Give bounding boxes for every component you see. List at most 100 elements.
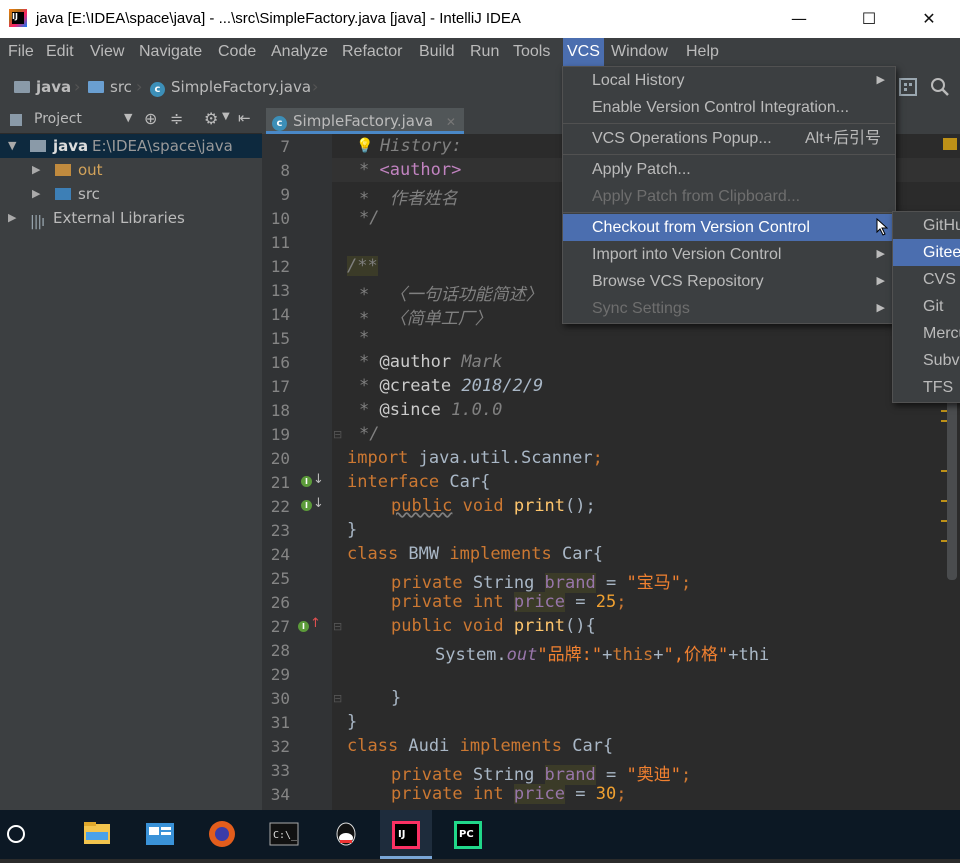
fold-icon[interactable]: ⊟ — [333, 620, 342, 633]
submenu-item-git[interactable]: Git — [893, 293, 960, 320]
close-tab-icon[interactable]: ✕ — [446, 115, 456, 129]
menu-vcs[interactable]: VCS — [563, 38, 604, 66]
menu-file[interactable]: File — [8, 38, 34, 66]
control-panel-icon[interactable] — [134, 810, 186, 859]
intellij-idea-taskbar-icon[interactable]: IJ — [380, 810, 432, 859]
project-view-dropdown-icon[interactable]: ▼ — [124, 111, 132, 124]
menu-edit[interactable]: Edit — [46, 38, 74, 66]
tree-item-src[interactable]: ▶ src — [0, 182, 262, 206]
menu-item-checkout[interactable]: Checkout from Version Control▶ — [563, 214, 895, 241]
svg-text:C:\_: C:\_ — [273, 830, 298, 841]
implemented-gutter-icon[interactable]: I — [301, 476, 312, 487]
module-folder-icon — [14, 81, 30, 93]
code-line-18: * @since 1.0.0 — [359, 400, 503, 420]
terminal-icon[interactable]: C:\_ — [258, 810, 310, 859]
implementation-arrow-icon[interactable]: ↓ — [313, 496, 324, 511]
line-number: 14 — [270, 305, 290, 324]
menu-item-apply-patch-clipboard[interactable]: Apply Patch from Clipboard... — [563, 183, 895, 210]
module-folder-icon — [30, 140, 46, 152]
collapsed-arrow-icon[interactable]: ▶ — [32, 158, 40, 182]
menu-view[interactable]: View — [90, 38, 124, 66]
menu-navigate[interactable]: Navigate — [139, 38, 202, 66]
submenu-item-cvs[interactable]: CVS — [893, 266, 960, 293]
code-line-13: * 〈一句话功能简述〉 — [359, 285, 543, 305]
menu-item-local-history[interactable]: Local History ▶ — [563, 67, 895, 94]
hide-panel-icon[interactable]: ⇤ — [238, 109, 251, 127]
settings-gear-icon[interactable]: ⚙ — [204, 109, 218, 128]
menu-separator — [563, 212, 895, 213]
code-line-10: */ — [359, 208, 380, 228]
menu-window[interactable]: Window — [611, 38, 668, 66]
code-line-15: * — [359, 328, 370, 348]
code-line-8: * <author> — [359, 160, 462, 180]
submenu-item-subversion[interactable]: Subversion — [893, 347, 960, 374]
minimize-button[interactable]: — — [776, 0, 822, 38]
code-line-22: public void print(); — [391, 496, 596, 516]
breadcrumb-separator: › — [312, 77, 319, 96]
file-explorer-icon[interactable] — [72, 810, 124, 859]
line-number: 7 — [280, 137, 290, 156]
menu-build[interactable]: Build — [419, 38, 455, 66]
menu-item-import[interactable]: Import into Version Control ▶ — [563, 241, 895, 268]
code-line-9: * 作者姓名 — [359, 189, 458, 209]
code-line-33: private String brand = "奥迪"; — [391, 765, 692, 785]
cortana-icon[interactable] — [0, 810, 52, 859]
pycharm-icon[interactable]: PC — [442, 810, 494, 859]
analysis-status-icon[interactable] — [943, 138, 957, 150]
lightbulb-icon[interactable]: 💡 — [356, 138, 373, 154]
menu-item-sync-settings[interactable]: Sync Settings ▶ — [563, 295, 895, 322]
intellij-logo-icon: IJ — [9, 9, 27, 27]
tree-item-java[interactable]: ▼ java E:\IDEA\space\java — [0, 134, 262, 158]
tree-item-path: E:\IDEA\space\java — [92, 137, 233, 155]
libraries-icon: |||ı — [30, 214, 45, 230]
checkout-submenu: GitHub Gitee CVS Git Mercurial Subversio… — [892, 211, 960, 403]
menu-run[interactable]: Run — [470, 38, 499, 66]
implementation-arrow-icon[interactable]: ↓ — [313, 472, 324, 487]
submenu-arrow-icon: ▶ — [876, 302, 885, 314]
scroll-from-source-icon[interactable]: ⊕ — [144, 109, 157, 128]
menu-help[interactable]: Help — [686, 38, 719, 66]
implements-gutter-icon[interactable]: I — [298, 621, 309, 632]
menu-tools[interactable]: Tools — [513, 38, 550, 66]
project-panel-title[interactable]: Project — [34, 111, 82, 127]
menu-item-enable-vcs[interactable]: Enable Version Control Integration... — [563, 94, 895, 121]
breadcrumb-file[interactable]: c SimpleFactory.java — [150, 78, 311, 97]
submenu-item-gitee[interactable]: Gitee — [893, 239, 960, 266]
menu-analyze[interactable]: Analyze — [271, 38, 328, 66]
search-icon[interactable] — [930, 77, 950, 97]
collapsed-arrow-icon[interactable]: ▶ — [8, 206, 16, 230]
java-class-icon: c — [150, 82, 165, 97]
code-line-14: * 〈简单工厂〉 — [359, 309, 492, 329]
implemented-gutter-icon[interactable]: I — [301, 500, 312, 511]
menu-item-vcs-operations-popup[interactable]: VCS Operations Popup... Alt+后引号 — [563, 125, 895, 152]
tree-item-external-libraries[interactable]: ▶ |||ı External Libraries — [0, 206, 262, 230]
menu-refactor[interactable]: Refactor — [342, 38, 402, 66]
collapse-all-icon[interactable]: ≑ — [170, 109, 183, 128]
close-button[interactable]: ✕ — [906, 0, 952, 38]
fold-icon[interactable]: ⊟ — [333, 428, 342, 441]
submenu-item-github[interactable]: GitHub — [893, 212, 960, 239]
qq-icon[interactable] — [320, 810, 372, 859]
settings-dropdown-icon[interactable]: ▼ — [222, 111, 230, 122]
menu-code[interactable]: Code — [218, 38, 256, 66]
breadcrumb-src[interactable]: src — [88, 78, 132, 96]
tree-item-label: External Libraries — [53, 209, 185, 227]
menu-item-apply-patch[interactable]: Apply Patch... — [563, 156, 895, 183]
tab-simplefactory[interactable]: c SimpleFactory.java ✕ — [266, 108, 464, 134]
menu-item-browse-repository[interactable]: Browse VCS Repository ▶ — [563, 268, 895, 295]
fold-icon[interactable]: ⊟ — [333, 692, 342, 705]
maximize-button[interactable]: ☐ — [846, 0, 892, 38]
override-arrow-icon[interactable]: ↑ — [310, 616, 321, 631]
firefox-icon[interactable] — [196, 810, 248, 859]
breadcrumb-java[interactable]: java — [14, 78, 71, 96]
submenu-item-tfs[interactable]: TFS — [893, 374, 960, 401]
line-number: 17 — [270, 377, 290, 396]
collapsed-arrow-icon[interactable]: ▶ — [32, 182, 40, 206]
project-structure-icon[interactable] — [898, 77, 918, 97]
tree-item-out[interactable]: ▶ out — [0, 158, 262, 182]
expanded-arrow-icon[interactable]: ▼ — [8, 134, 16, 158]
submenu-item-mercurial[interactable]: Mercurial — [893, 320, 960, 347]
vcs-menu: Local History ▶ Enable Version Control In… — [562, 66, 896, 324]
line-number: 23 — [270, 521, 290, 540]
code-line-32: class Audi implements Car{ — [347, 736, 614, 756]
